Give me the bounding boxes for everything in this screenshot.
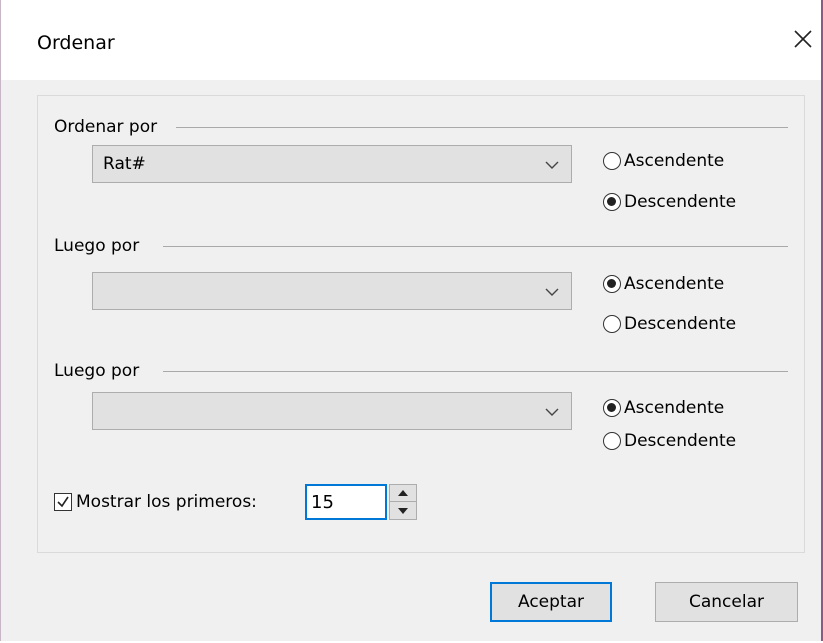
radio-label: Descendente — [624, 314, 737, 334]
then-by-1-combo[interactable] — [92, 272, 572, 310]
sort-by-combo[interactable]: Rat# — [92, 145, 572, 183]
radio-label: Ascendente — [624, 274, 725, 294]
sort-dialog: Ordenar Ordenar por Rat# Ascendente Desc… — [0, 0, 823, 641]
radio-circle-selected — [603, 399, 621, 417]
group-label-sort-by: Ordenar por — [54, 117, 164, 137]
dialog-title: Ordenar — [37, 32, 115, 54]
spinner-divider — [390, 501, 416, 502]
group-divider — [163, 246, 788, 247]
accept-button[interactable]: Aceptar — [490, 582, 612, 622]
group-divider — [176, 127, 788, 128]
then-by-2-combo[interactable] — [92, 392, 572, 430]
radio-circle-selected — [603, 275, 621, 293]
group-label-then-by-2: Luego por — [54, 361, 146, 381]
radio-circle — [603, 315, 621, 333]
spinner-buttons[interactable] — [389, 484, 417, 520]
checkmark-icon — [57, 496, 69, 508]
radio-circle — [603, 152, 621, 170]
show-first-count-input[interactable]: 15 — [305, 484, 387, 520]
close-icon — [794, 30, 812, 48]
radio-label: Ascendente — [624, 398, 725, 418]
radio-sort-by-ascending[interactable]: Ascendente — [603, 148, 724, 174]
checkbox-box — [54, 493, 72, 511]
radio-then-by-1-ascending[interactable]: Ascendente — [603, 271, 724, 297]
chevron-down-icon — [545, 161, 559, 169]
group-label-then-by-1: Luego por — [54, 236, 146, 256]
radio-circle-selected — [603, 193, 621, 211]
radio-sort-by-descending[interactable]: Descendente — [603, 189, 736, 215]
radio-then-by-1-descending[interactable]: Descendente — [603, 311, 736, 337]
show-first-spinner: 15 — [305, 484, 417, 520]
radio-label: Descendente — [624, 192, 737, 212]
radio-label: Ascendente — [624, 151, 725, 171]
radio-then-by-2-ascending[interactable]: Ascendente — [603, 395, 724, 421]
radio-label: Descendente — [624, 431, 737, 451]
chevron-down-icon — [545, 408, 559, 416]
title-bar: Ordenar — [1, 0, 821, 80]
spin-up-icon[interactable] — [397, 489, 409, 497]
cancel-button[interactable]: Cancelar — [655, 582, 798, 622]
group-divider — [163, 371, 788, 372]
close-button[interactable] — [791, 24, 821, 54]
show-first-label: Mostrar los primeros: — [76, 492, 257, 512]
chevron-down-icon — [545, 288, 559, 296]
radio-circle — [603, 432, 621, 450]
spin-down-icon[interactable] — [397, 507, 409, 515]
combo-value: Rat# — [103, 154, 146, 174]
show-first-checkbox[interactable]: Mostrar los primeros: — [54, 487, 257, 517]
radio-then-by-2-descending[interactable]: Descendente — [603, 428, 736, 454]
